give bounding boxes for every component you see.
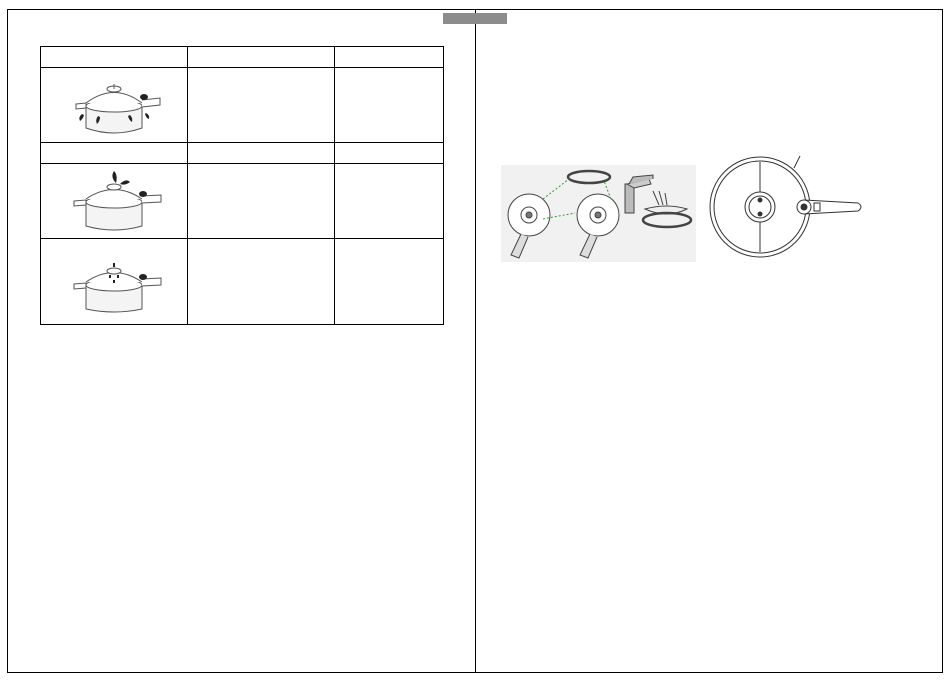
problem-figure-cell [40, 67, 188, 143]
subheader-cell [334, 142, 444, 164]
problem-figure-cell [40, 238, 188, 325]
solution-cell [334, 67, 444, 143]
cause-cell [187, 238, 335, 325]
pressure-cooker-steam-escaping-under-lid-icon [75, 84, 161, 134]
solution-cell [334, 238, 444, 325]
header-cell-solution [334, 46, 444, 68]
problem-figure-cell [40, 163, 188, 239]
table-row [40, 67, 444, 143]
table-subheader-row [40, 142, 444, 164]
gasket-removal-and-washing-illustration [501, 165, 696, 262]
subheader-cell [187, 142, 335, 164]
cause-cell [187, 67, 335, 143]
pressure-cooker-steam-from-safety-window-icon [73, 262, 162, 312]
table-row [40, 163, 444, 239]
page-tab-right [476, 13, 507, 24]
page-tab-left [443, 13, 476, 24]
lid-top-view-illustration [709, 155, 862, 258]
pressure-cooker-steam-from-valve-icon [73, 171, 162, 231]
table-header-row [40, 46, 444, 68]
header-cell-problem [40, 46, 188, 68]
subheader-cell [40, 142, 188, 164]
header-cell-cause [187, 46, 335, 68]
cause-cell [187, 163, 335, 239]
right-page [475, 9, 943, 673]
solution-cell [334, 163, 444, 239]
table-row [40, 238, 444, 325]
troubleshooting-table [40, 46, 444, 325]
